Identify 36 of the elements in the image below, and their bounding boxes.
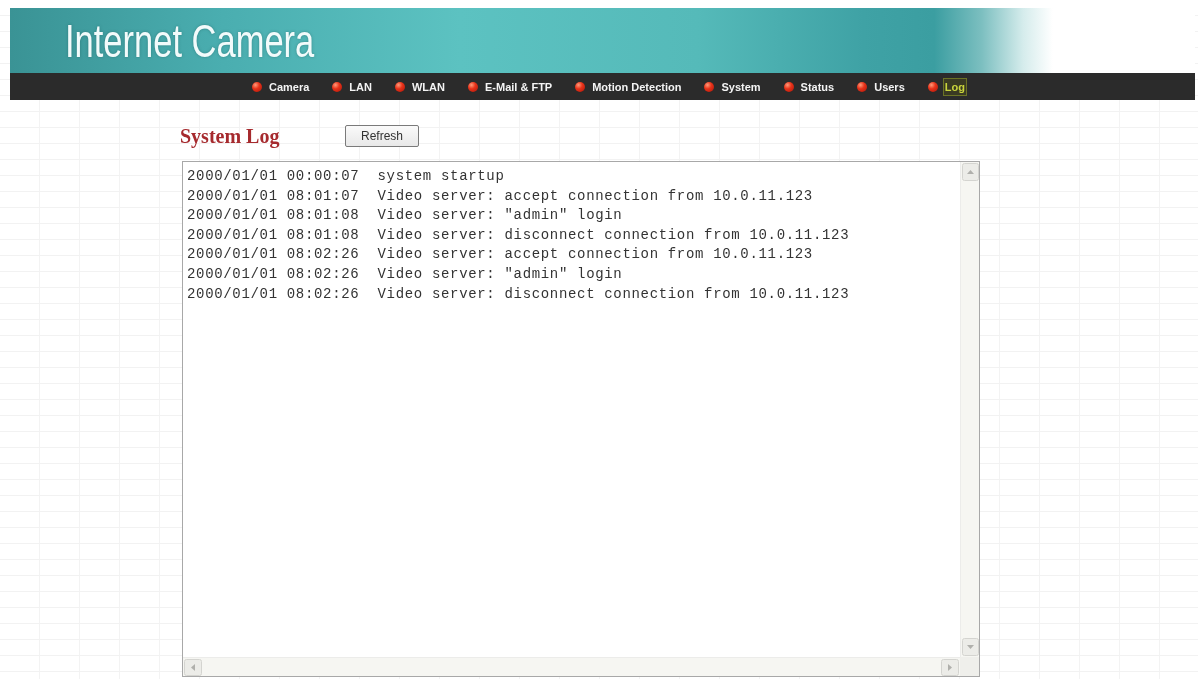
nav-link[interactable]: Log <box>942 77 967 96</box>
log-line: 2000/01/01 08:02:26 Video server: accept connection from 10.0.11.123 <box>187 245 813 265</box>
log-line: 2000/01/01 08:01:08 Video server: disconnect connection from 10.0.11.123 <box>187 225 850 245</box>
scrollbar-corner <box>960 657 979 676</box>
scroll-up-icon[interactable] <box>961 163 979 181</box>
nav-link[interactable]: WLAN <box>409 77 447 96</box>
nav-link[interactable]: LAN <box>347 77 374 96</box>
scroll-right-icon[interactable] <box>941 658 959 676</box>
refresh-button[interactable]: Refresh <box>345 125 419 147</box>
log-textarea[interactable] <box>182 161 980 677</box>
log-line: 2000/01/01 00:00:07 system startup <box>187 167 505 186</box>
bullet-dot-icon <box>783 81 794 92</box>
log-line: 2000/01/01 08:02:26 Video server: disconnect connection from 10.0.11.123 <box>187 284 850 304</box>
bullet-dot-icon <box>332 81 343 92</box>
site-title: Internet Camera <box>65 17 315 64</box>
bullet-dot-icon <box>704 81 715 92</box>
scroll-left-icon[interactable] <box>184 658 202 676</box>
section-title: System Log <box>180 126 281 146</box>
nav-link[interactable]: Users <box>872 77 907 96</box>
nav-link[interactable]: Status <box>798 77 837 96</box>
horizontal-scrollbar[interactable] <box>183 657 960 676</box>
log-line: 2000/01/01 08:02:26 Video server: "admin" login <box>187 264 623 284</box>
bullet-dot-icon <box>575 81 586 92</box>
vertical-scrollbar[interactable] <box>960 162 979 657</box>
bullet-dot-icon <box>927 81 938 92</box>
bullet-dot-icon <box>467 81 478 92</box>
bullet-dot-icon <box>857 81 868 92</box>
bullet-dot-icon <box>252 81 262 92</box>
log-line: 2000/01/01 08:01:08 Video server: "admin" login <box>187 206 623 226</box>
nav-link[interactable]: System <box>719 77 763 96</box>
nav-link[interactable]: Motion Detection <box>590 77 684 96</box>
nav-link[interactable]: Camera <box>267 77 312 96</box>
log-line: 2000/01/01 08:01:07 Video server: accept connection from 10.0.11.123 <box>187 186 813 206</box>
scroll-down-icon[interactable] <box>961 638 979 656</box>
bullet-dot-icon <box>394 81 405 92</box>
nav-link[interactable]: E-Mail & FTP <box>482 77 555 96</box>
